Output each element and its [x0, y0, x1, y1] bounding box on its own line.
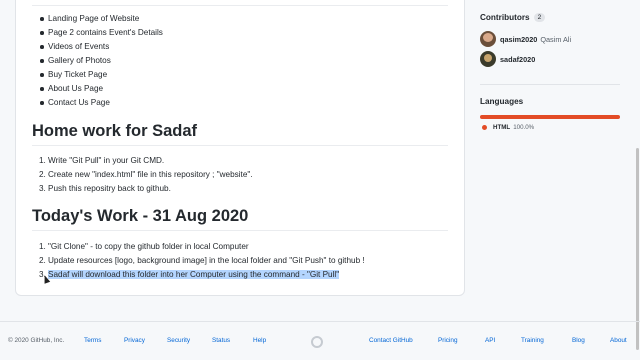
- list-item: 3. Push this repositry back to github.: [39, 184, 171, 193]
- list-item: Page 2 contains Event's Details: [40, 26, 163, 40]
- contributor-sadaf[interactable]: sadaf2020: [480, 51, 535, 67]
- readme-card: Landing Page of Website Page 2 contains …: [15, 0, 465, 296]
- footer-link-security[interactable]: Security: [167, 337, 190, 344]
- contributors-title[interactable]: Contributors 2: [480, 13, 546, 22]
- footer-link-blog[interactable]: Blog: [572, 337, 585, 344]
- list-item: 1. Write "Git Pull" in your Git CMD.: [39, 156, 165, 165]
- list-item: 1. "Git Clone" - to copy the github folde…: [39, 242, 249, 251]
- github-mark-icon[interactable]: [311, 336, 323, 348]
- contributor-login[interactable]: sadaf2020: [500, 55, 535, 64]
- homework-steps: 1. Write "Git Pull" in your Git CMD. 2. Cr…: [39, 154, 253, 196]
- divider: [480, 84, 620, 85]
- footer-link-api[interactable]: API: [485, 337, 495, 344]
- footer-link-about[interactable]: About: [610, 337, 627, 344]
- contributor-qasim[interactable]: qasim2020 Qasim Ali: [480, 31, 571, 47]
- footer-link-terms[interactable]: Terms: [84, 337, 101, 344]
- language-color-dot: [482, 125, 487, 130]
- footer-link-pricing[interactable]: Pricing: [438, 337, 458, 344]
- selected-text[interactable]: Sadaf will download this folder into her…: [48, 270, 340, 279]
- list-item: 3. Sadaf will download this folder into h…: [39, 270, 340, 279]
- list-item: Contact Us Page: [40, 96, 163, 110]
- scrollbar[interactable]: [634, 0, 640, 360]
- language-bar: [480, 115, 620, 119]
- list-item: Landing Page of Website: [40, 12, 163, 26]
- scrollbar-thumb[interactable]: [636, 148, 639, 350]
- footer-link-help[interactable]: Help: [253, 337, 266, 344]
- footer-divider: [0, 321, 640, 322]
- avatar[interactable]: [480, 51, 496, 67]
- list-item: About Us Page: [40, 82, 163, 96]
- divider: [32, 5, 448, 6]
- divider: [32, 145, 448, 146]
- today-heading: Today's Work - 31 Aug 2020: [32, 207, 249, 225]
- contributors-count-badge: 2: [533, 13, 546, 22]
- footer-link-status[interactable]: Status: [212, 337, 230, 344]
- language-item-html[interactable]: HTML 100.0%: [482, 124, 534, 131]
- homework-heading: Home work for Sadaf: [32, 122, 198, 140]
- divider: [32, 230, 448, 231]
- list-item: 2. Update resources [logo, background ima…: [39, 256, 365, 265]
- footer-link-privacy[interactable]: Privacy: [124, 337, 145, 344]
- footer-copyright: © 2020 GitHub, Inc.: [8, 337, 65, 344]
- list-item: Buy Ticket Page: [40, 68, 163, 82]
- footer-link-training[interactable]: Training: [521, 337, 544, 344]
- languages-title: Languages: [480, 97, 524, 106]
- feature-list: Landing Page of Website Page 2 contains …: [40, 12, 163, 110]
- list-item: 2. Create new "index.html" file in this r…: [39, 170, 253, 179]
- list-item: Gallery of Photos: [40, 54, 163, 68]
- contributor-fullname: Qasim Ali: [540, 34, 572, 44]
- contributor-login[interactable]: qasim2020: [500, 35, 537, 44]
- list-item: Videos of Events: [40, 40, 163, 54]
- today-steps: 1. "Git Clone" - to copy the github folde…: [39, 240, 365, 282]
- avatar[interactable]: [480, 31, 496, 47]
- footer-link-contact[interactable]: Contact GitHub: [369, 337, 413, 344]
